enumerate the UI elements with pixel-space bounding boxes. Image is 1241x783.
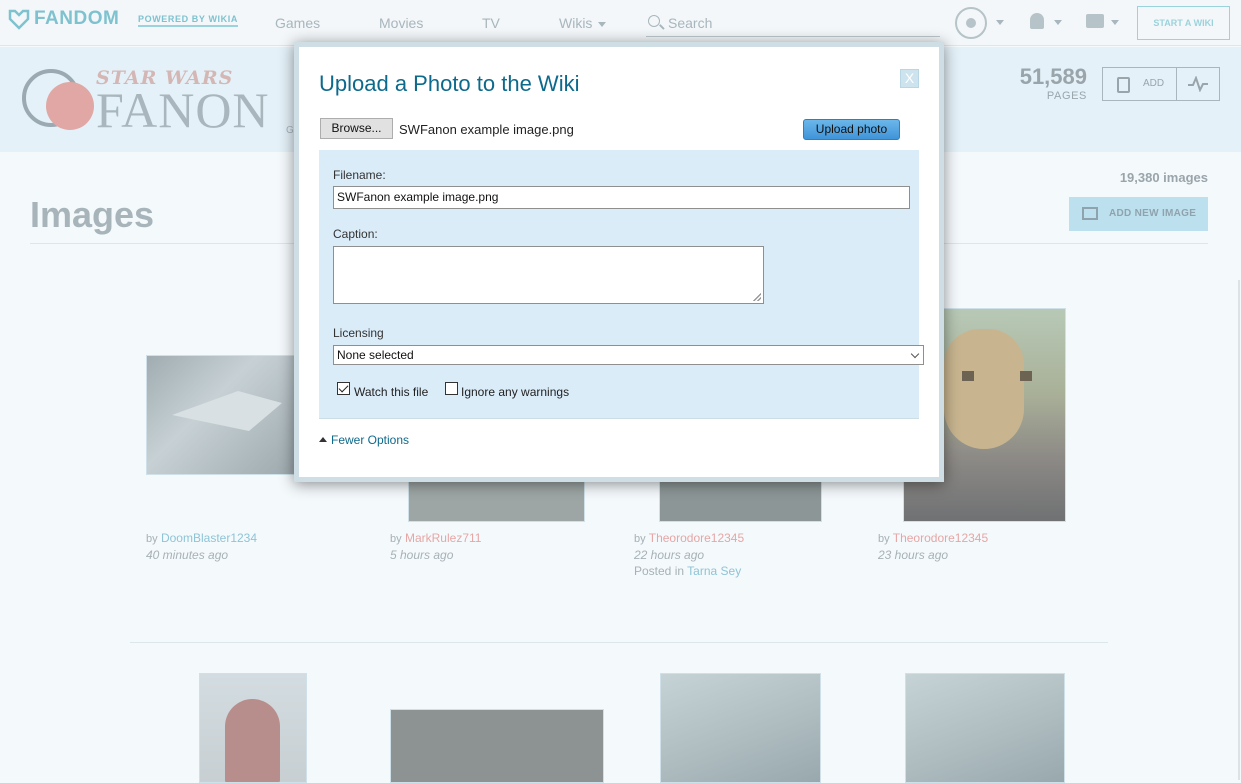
- upload-time: 5 hours ago: [390, 548, 454, 562]
- filename-field[interactable]: SWFanon example image.png: [333, 186, 910, 209]
- upload-photo-dialog: Upload a Photo to the Wiki X Browse... S…: [294, 42, 944, 482]
- page-count-number: 51,589: [1019, 64, 1087, 89]
- upload-time: 40 minutes ago: [146, 548, 229, 562]
- rebel-emblem-icon: [46, 82, 94, 130]
- chevron-down-icon[interactable]: [1054, 20, 1062, 25]
- posted-in-link[interactable]: Tarna Sey: [687, 564, 741, 578]
- image-icon: [1082, 207, 1098, 220]
- chevron-down-icon: [598, 21, 607, 27]
- messages-chat-icon[interactable]: [1086, 14, 1104, 28]
- image-caption: by DoomBlaster1234 40 minutes ago: [146, 530, 257, 563]
- fewer-options-label: Fewer Options: [331, 433, 410, 447]
- licensing-selected-value: None selected: [337, 348, 414, 362]
- browse-button[interactable]: Browse...: [320, 118, 393, 139]
- filename-label: Filename:: [333, 168, 386, 182]
- search-icon: [648, 15, 660, 27]
- image-caption: by Theorodore12345 22 hours ago Posted i…: [634, 530, 744, 579]
- licensing-label: Licensing: [333, 326, 384, 340]
- powered-by-wikia[interactable]: POWERED BY WIKIA: [138, 14, 238, 27]
- chevron-down-icon: [910, 349, 920, 359]
- add-new-image-label: ADD NEW IMAGE: [1109, 208, 1197, 219]
- image-count: 19,380 images: [1119, 170, 1208, 185]
- scrollbar[interactable]: [1238, 280, 1240, 780]
- image-caption: by Theorodore12345 23 hours ago: [878, 530, 988, 563]
- fewer-options-link[interactable]: Fewer Options: [319, 433, 409, 447]
- uploader-link[interactable]: MarkRulez711: [405, 531, 481, 545]
- by-label: by: [390, 533, 402, 545]
- fandom-wordmark: FANDOM: [34, 8, 120, 29]
- chevron-down-icon[interactable]: [1111, 20, 1119, 25]
- add-button[interactable]: ADD: [1102, 67, 1177, 101]
- close-button[interactable]: X: [900, 69, 919, 88]
- image-thumbnail[interactable]: [199, 673, 307, 783]
- fandom-heart-icon: [8, 9, 30, 30]
- watch-file-checkbox[interactable]: [337, 382, 350, 395]
- search-placeholder: Search: [668, 15, 713, 31]
- upload-time: 23 hours ago: [878, 548, 949, 562]
- licensing-select[interactable]: None selected: [333, 345, 924, 365]
- document-icon: [1117, 77, 1130, 93]
- divider: [130, 642, 1108, 643]
- global-nav: FANDOM POWERED BY WIKIA Games Movies TV …: [0, 0, 1241, 46]
- activity-pulse-icon: [1188, 76, 1208, 92]
- add-new-image-button[interactable]: ADD NEW IMAGE: [1069, 197, 1208, 231]
- nav-link-movies[interactable]: Movies: [379, 15, 423, 31]
- upload-time: 22 hours ago: [634, 548, 705, 562]
- add-label: ADD: [1143, 78, 1165, 89]
- nav-link-games[interactable]: Games: [275, 15, 320, 31]
- selected-file-name: SWFanon example image.png: [399, 122, 574, 137]
- user-avatar-icon[interactable]: [955, 7, 987, 39]
- upload-options-panel: Filename: SWFanon example image.png Capt…: [319, 150, 924, 419]
- page-count: 51,589 PAGES: [1000, 64, 1087, 102]
- by-label: by: [878, 533, 890, 545]
- by-label: by: [146, 533, 158, 545]
- watch-file-label[interactable]: Watch this file: [354, 385, 428, 399]
- chevron-down-icon[interactable]: [996, 20, 1004, 25]
- search-input[interactable]: Search: [646, 10, 940, 37]
- by-label: by: [634, 533, 646, 545]
- caption-label: Caption:: [333, 227, 378, 241]
- page-title: Images: [30, 194, 155, 235]
- uploader-link[interactable]: DoomBlaster1234: [161, 531, 257, 545]
- caption-textarea[interactable]: [333, 246, 764, 304]
- notifications-bell-icon[interactable]: [1030, 13, 1044, 29]
- wiki-wordmark[interactable]: FANON: [96, 81, 270, 139]
- uploader-link[interactable]: Theorodore12345: [649, 531, 744, 545]
- nav-link-tv[interactable]: TV: [482, 15, 500, 31]
- image-thumbnail[interactable]: [905, 673, 1065, 783]
- image-thumbnail[interactable]: [390, 709, 604, 783]
- dialog-title: Upload a Photo to the Wiki: [319, 71, 580, 96]
- ignore-warnings-checkbox[interactable]: [445, 382, 458, 395]
- image-thumbnail[interactable]: [660, 673, 821, 783]
- wikis-label: Wikis: [559, 15, 593, 31]
- start-a-wiki-button[interactable]: START A WIKI: [1137, 6, 1230, 40]
- ignore-warnings-label[interactable]: Ignore any warnings: [461, 385, 569, 399]
- page-count-label: PAGES: [1046, 90, 1087, 102]
- uploader-link[interactable]: Theorodore12345: [893, 531, 988, 545]
- triangle-up-icon: [319, 437, 327, 443]
- upload-photo-button[interactable]: Upload photo: [803, 119, 900, 140]
- wiki-activity-button[interactable]: [1176, 67, 1220, 101]
- fandom-logo[interactable]: FANDOM: [8, 8, 119, 30]
- image-thumbnail[interactable]: [146, 355, 306, 475]
- posted-in-label: Posted in: [634, 564, 685, 578]
- nav-link-wikis[interactable]: Wikis: [559, 15, 607, 31]
- image-caption: by MarkRulez711 5 hours ago: [390, 530, 481, 563]
- resize-grip-icon[interactable]: [753, 293, 761, 301]
